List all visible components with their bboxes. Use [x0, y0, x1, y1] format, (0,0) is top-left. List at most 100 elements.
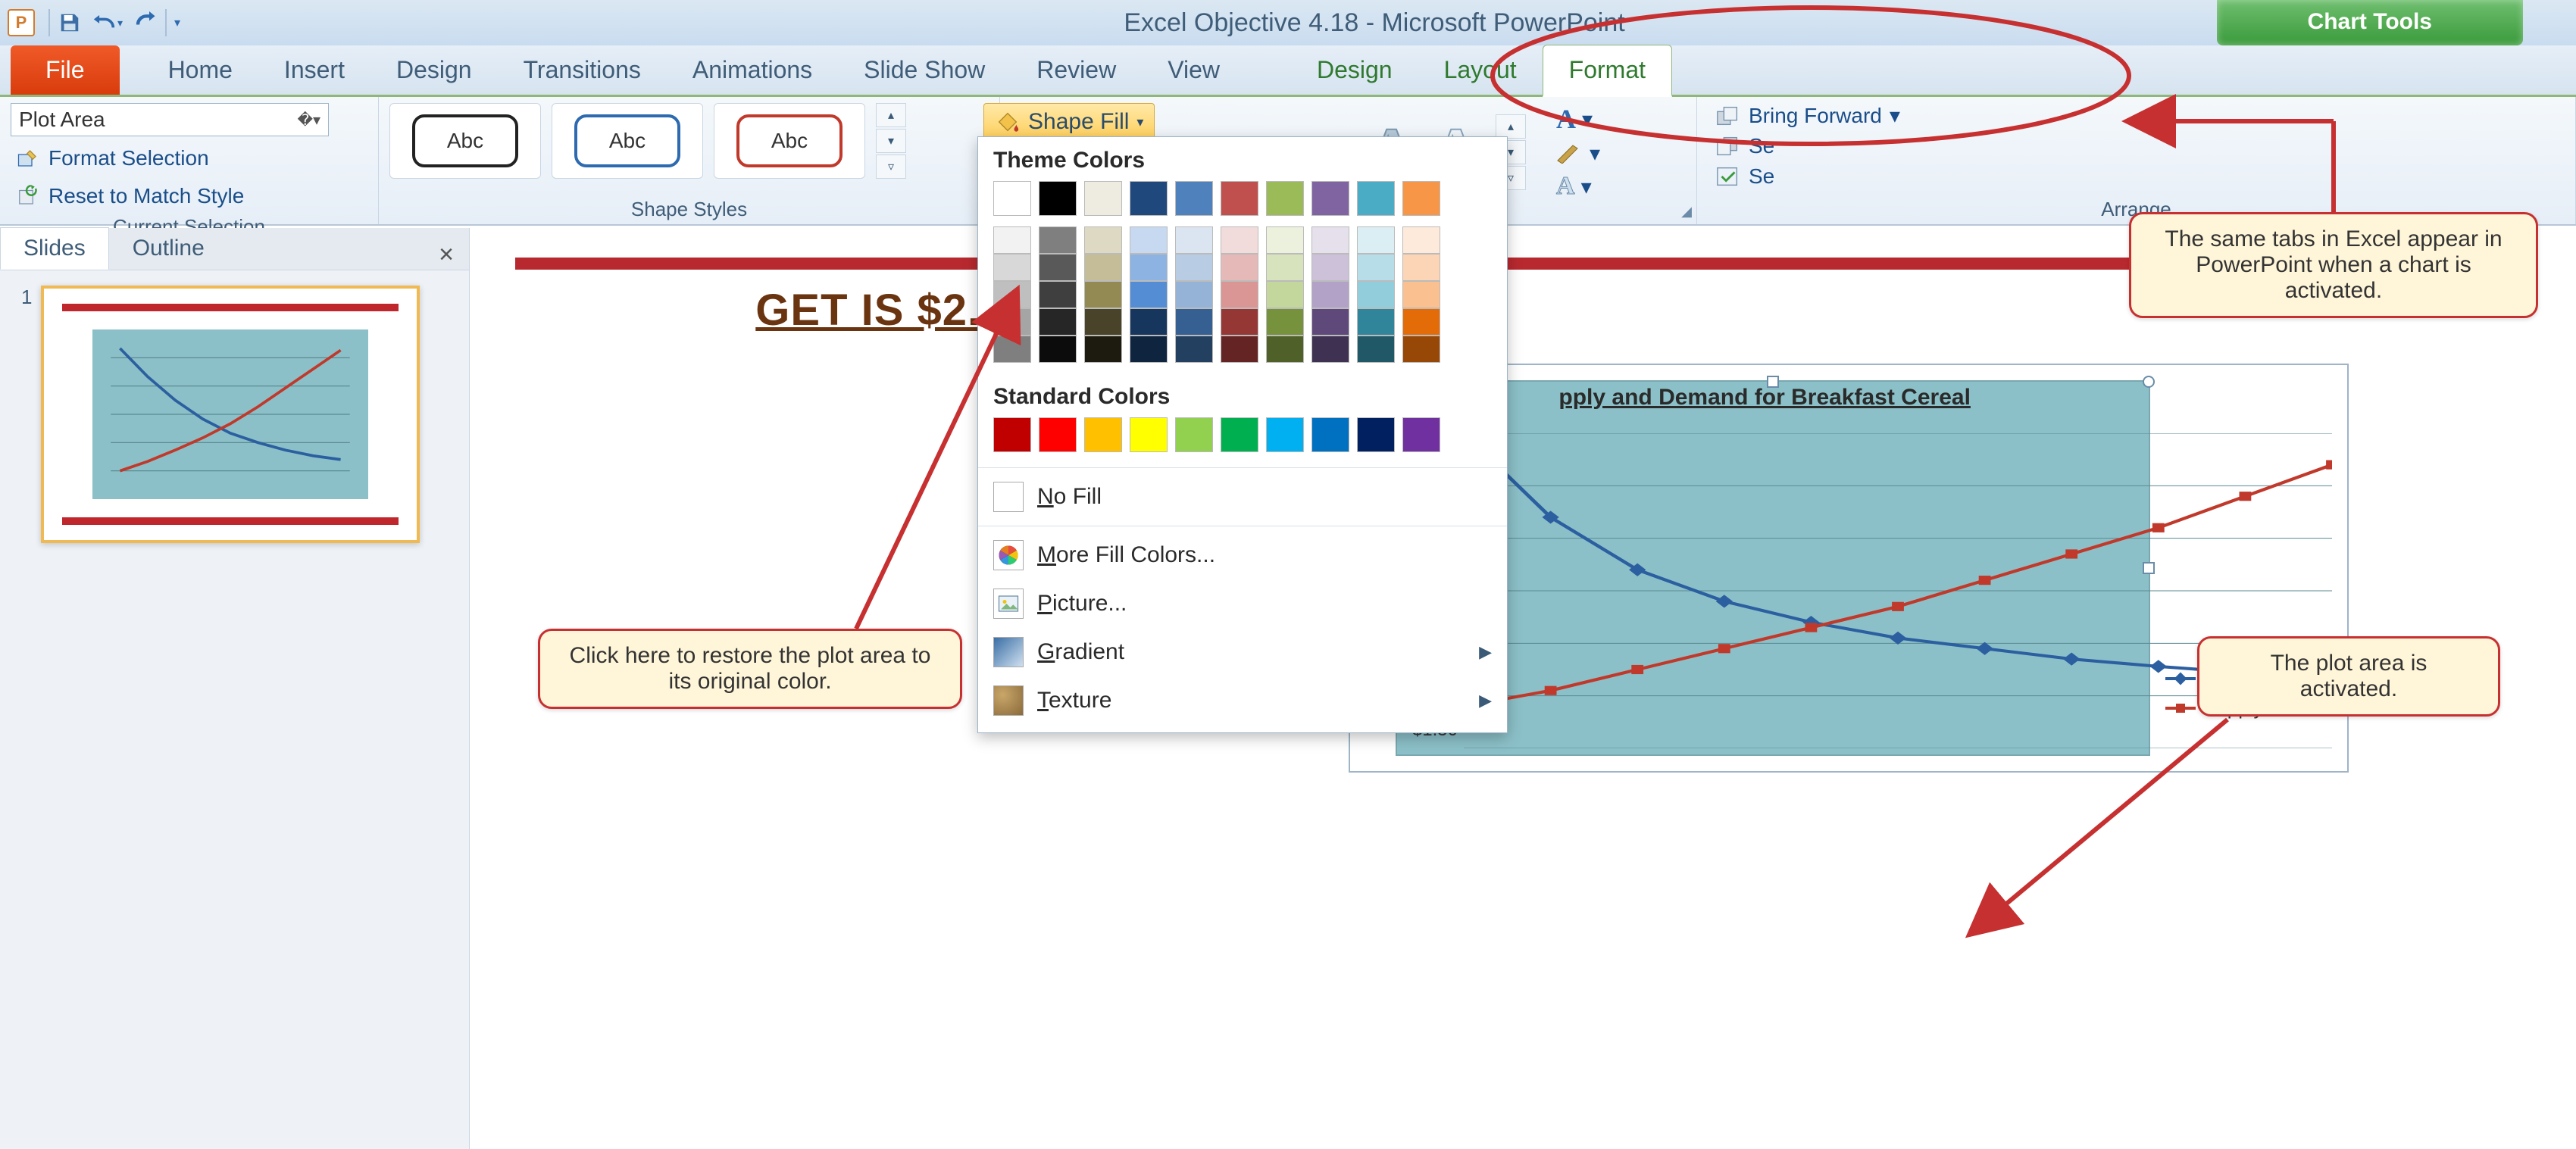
color-swatch[interactable] [1039, 417, 1077, 452]
color-swatch[interactable] [1402, 281, 1440, 308]
shape-style-thumb-1[interactable]: Abc [389, 103, 541, 179]
color-swatch[interactable] [1130, 254, 1168, 281]
tab-insert[interactable]: Insert [258, 45, 370, 95]
color-swatch[interactable] [1221, 308, 1258, 336]
color-swatch[interactable] [993, 181, 1031, 216]
color-swatch[interactable] [1175, 417, 1213, 452]
tab-chart-format[interactable]: Format [1543, 45, 1672, 97]
dialog-launcher-icon[interactable]: ◢ [1681, 204, 1692, 220]
save-icon[interactable] [55, 8, 85, 38]
color-swatch[interactable] [1175, 281, 1213, 308]
color-swatch[interactable] [1402, 336, 1440, 363]
color-swatch[interactable] [1221, 254, 1258, 281]
color-swatch[interactable] [1130, 308, 1168, 336]
outline-tab[interactable]: Outline [109, 227, 228, 270]
bring-forward-button[interactable]: Bring Forward ▾ [1715, 103, 2565, 128]
color-swatch[interactable] [1084, 254, 1122, 281]
slide-thumbnail-1[interactable] [41, 286, 420, 543]
color-swatch[interactable] [1311, 336, 1349, 363]
color-swatch[interactable] [1084, 336, 1122, 363]
color-swatch[interactable] [1402, 181, 1440, 216]
color-swatch[interactable] [1311, 308, 1349, 336]
color-swatch[interactable] [1039, 308, 1077, 336]
color-swatch[interactable] [1402, 254, 1440, 281]
gallery-down-icon[interactable]: ▾ [876, 129, 906, 153]
color-swatch[interactable] [993, 417, 1031, 452]
color-swatch[interactable] [1402, 417, 1440, 452]
shape-style-thumb-3[interactable]: Abc [714, 103, 865, 179]
color-swatch[interactable] [1221, 417, 1258, 452]
color-swatch[interactable] [993, 281, 1031, 308]
color-swatch[interactable] [1084, 226, 1122, 254]
color-swatch[interactable] [1221, 181, 1258, 216]
color-swatch[interactable] [1130, 226, 1168, 254]
gallery-up-icon[interactable]: ▴ [876, 103, 906, 127]
color-swatch[interactable] [1266, 336, 1304, 363]
tab-chart-layout[interactable]: Layout [1418, 45, 1543, 95]
color-swatch[interactable] [1311, 181, 1349, 216]
texture-fill-item[interactable]: Texture ▶ [978, 676, 1507, 725]
color-swatch[interactable] [1311, 226, 1349, 254]
more-fill-colors-item[interactable]: More Fill Colors... [978, 531, 1507, 579]
color-swatch[interactable] [1311, 417, 1349, 452]
undo-icon[interactable]: ▾ [92, 8, 123, 38]
tab-animations[interactable]: Animations [667, 45, 838, 95]
color-swatch[interactable] [1221, 226, 1258, 254]
send-backward-button[interactable]: Se [1715, 134, 2565, 158]
tab-chart-design[interactable]: Design [1291, 45, 1418, 95]
color-swatch[interactable] [1266, 308, 1304, 336]
tab-slide-show[interactable]: Slide Show [838, 45, 1011, 95]
color-swatch[interactable] [1130, 336, 1168, 363]
color-swatch[interactable] [1084, 181, 1122, 216]
gallery-more-icon[interactable]: ▿ [876, 155, 906, 179]
color-swatch[interactable] [1084, 417, 1122, 452]
color-swatch[interactable] [993, 254, 1031, 281]
color-swatch[interactable] [1175, 181, 1213, 216]
reset-to-match-style-button[interactable]: Reset to Match Style [11, 180, 367, 212]
no-fill-item[interactable]: No Fill [978, 473, 1507, 521]
gradient-fill-item[interactable]: Gradient ▶ [978, 628, 1507, 676]
color-swatch[interactable] [1221, 281, 1258, 308]
color-swatch[interactable] [1175, 308, 1213, 336]
color-swatch[interactable] [993, 226, 1031, 254]
text-fill-button[interactable]: A▾ [1556, 103, 1600, 135]
color-swatch[interactable] [1266, 281, 1304, 308]
color-swatch[interactable] [1130, 417, 1168, 452]
color-swatch[interactable] [1266, 181, 1304, 216]
color-swatch[interactable] [1357, 281, 1395, 308]
color-swatch[interactable] [1311, 281, 1349, 308]
color-swatch[interactable] [1175, 226, 1213, 254]
color-swatch[interactable] [1311, 254, 1349, 281]
color-swatch[interactable] [1130, 181, 1168, 216]
color-swatch[interactable] [1039, 281, 1077, 308]
tab-transitions[interactable]: Transitions [498, 45, 667, 95]
color-swatch[interactable] [1402, 226, 1440, 254]
color-swatch[interactable] [1175, 254, 1213, 281]
color-swatch[interactable] [1357, 417, 1395, 452]
close-icon[interactable]: × [424, 240, 469, 270]
color-swatch[interactable] [1266, 417, 1304, 452]
color-swatch[interactable] [993, 308, 1031, 336]
text-effects-button[interactable]: A▾ [1556, 172, 1600, 201]
tab-design[interactable]: Design [370, 45, 498, 95]
qat-customize-icon[interactable]: ▾ [174, 15, 180, 30]
color-swatch[interactable] [1266, 254, 1304, 281]
color-swatch[interactable] [1084, 281, 1122, 308]
color-swatch[interactable] [1357, 181, 1395, 216]
slides-tab[interactable]: Slides [0, 227, 109, 270]
color-swatch[interactable] [1221, 336, 1258, 363]
file-tab[interactable]: File [11, 45, 120, 95]
color-swatch[interactable] [1039, 226, 1077, 254]
shape-style-thumb-2[interactable]: Abc [552, 103, 703, 179]
color-swatch[interactable] [1175, 336, 1213, 363]
chart-element-combo[interactable]: Plot Area �▾ [11, 103, 329, 136]
color-swatch[interactable] [1357, 226, 1395, 254]
color-swatch[interactable] [1039, 181, 1077, 216]
color-swatch[interactable] [1357, 336, 1395, 363]
color-swatch[interactable] [1039, 254, 1077, 281]
color-swatch[interactable] [993, 336, 1031, 363]
color-swatch[interactable] [1084, 308, 1122, 336]
selection-pane-button[interactable]: Se [1715, 164, 2565, 189]
tab-review[interactable]: Review [1011, 45, 1142, 95]
color-swatch[interactable] [1357, 308, 1395, 336]
